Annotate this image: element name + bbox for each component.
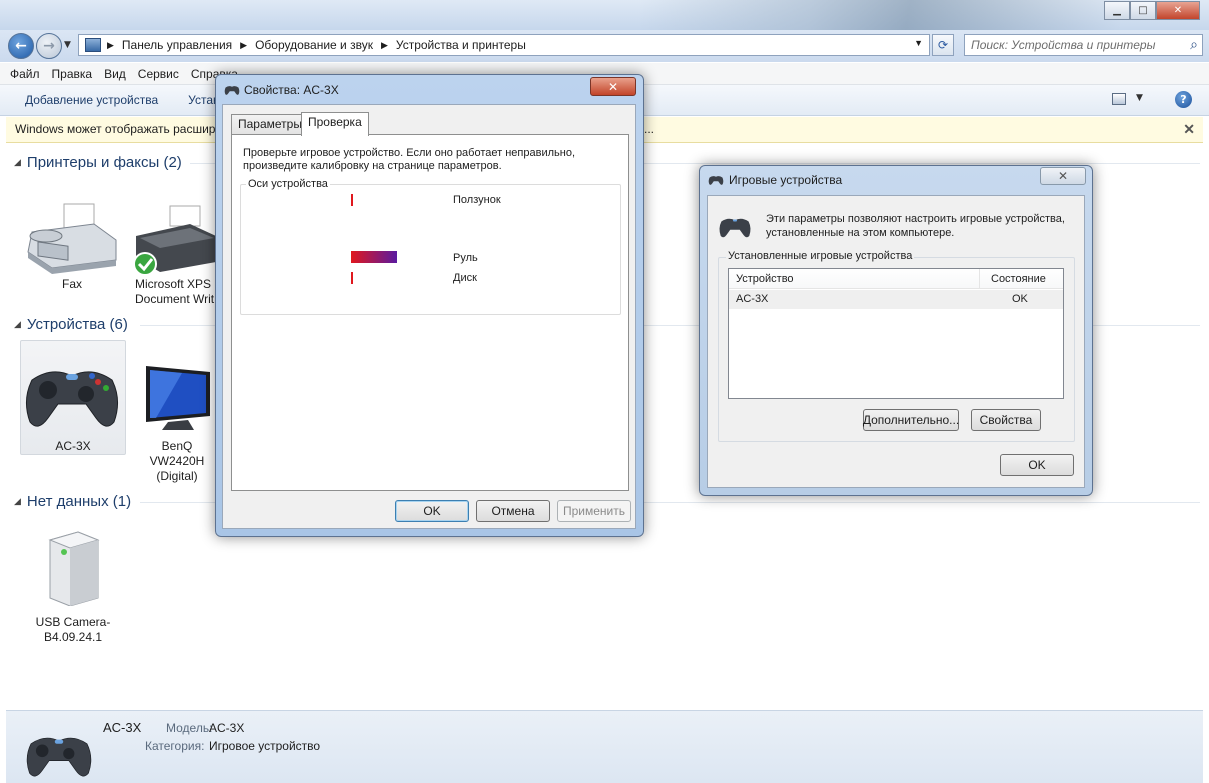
info-bar-text: Windows может отображать расшир: [15, 122, 216, 136]
column-divider: [979, 269, 980, 289]
devices-listview[interactable]: Устройство Состояние AC-3X OK: [728, 268, 1064, 399]
details-model-value: AC-3X: [209, 721, 245, 735]
gamepad-icon: [708, 174, 724, 186]
control-panel-icon: [85, 38, 101, 52]
back-button[interactable]: ←: [8, 33, 34, 59]
axes-group-title: Оси устройства: [246, 178, 330, 190]
column-header-device[interactable]: Устройство: [736, 273, 794, 285]
device-label-xps: Microsoft XPS Document Writ: [135, 277, 215, 306]
dialog-body: Эти параметры позволяют настроить игровы…: [707, 195, 1085, 488]
info-bar-close-icon[interactable]: ✕: [1183, 121, 1195, 138]
dialog-title: Свойства: AC-3X: [244, 83, 339, 97]
breadcrumb-control-panel[interactable]: Панель управления: [122, 38, 232, 52]
group-header-devices[interactable]: ◢ Устройства (6): [14, 316, 128, 333]
group-header-printers[interactable]: ◢ Принтеры и факсы (2): [14, 154, 182, 171]
axis-bar-slider: [351, 194, 397, 206]
search-placeholder: Поиск: Устройства и принтеры: [971, 38, 1156, 52]
ok-button[interactable]: OK: [1000, 454, 1074, 476]
refresh-button[interactable]: ⟳: [932, 34, 954, 56]
group-title: Нет данных (1): [26, 493, 132, 510]
dialog-title: Игровые устройства: [729, 173, 843, 187]
dialog-close-button[interactable]: ✕: [590, 77, 636, 96]
window-caption-buttons: ▁ □ ✕: [1104, 1, 1200, 21]
address-bar[interactable]: ▶ Панель управления ▶ Оборудование и зву…: [78, 34, 930, 56]
recent-pages-dropdown[interactable]: ▼: [64, 40, 71, 50]
ok-button[interactable]: OK: [395, 500, 469, 522]
details-model-label: Модель:: [166, 721, 213, 735]
menu-file[interactable]: Файл: [10, 67, 40, 81]
axis-fill: [351, 272, 353, 284]
apply-button[interactable]: Применить: [557, 500, 631, 522]
breadcrumb-separator[interactable]: ▶: [107, 40, 114, 51]
gamepad-icon[interactable]: [22, 360, 122, 432]
window-close-button[interactable]: ✕: [1156, 1, 1200, 20]
device-label-fax: Fax: [61, 277, 82, 291]
gamepad-icon: [24, 729, 94, 781]
column-header-state[interactable]: Состояние: [991, 273, 1046, 285]
details-category-label: Категория:: [145, 739, 205, 753]
device-label-ac3x: AC-3X: [55, 439, 91, 453]
properties-dialog: Свойства: AC-3X ✕ Параметры Проверка Про…: [215, 74, 644, 537]
details-device-name: AC-3X: [103, 720, 142, 735]
dialog-close-button[interactable]: ✕: [1040, 167, 1086, 185]
breadcrumb-separator[interactable]: ▶: [381, 40, 388, 51]
properties-button[interactable]: Свойства: [971, 409, 1041, 431]
change-view-icon[interactable]: [1112, 93, 1126, 105]
forward-button[interactable]: →: [36, 33, 62, 59]
menu-edit[interactable]: Правка: [52, 67, 93, 81]
axis-fill: [351, 194, 353, 206]
advanced-button[interactable]: Дополнительно...: [863, 409, 959, 431]
device-label-benq: BenQ VW2420H (Digital): [149, 439, 205, 483]
maximize-button[interactable]: □: [1130, 1, 1156, 20]
cancel-button[interactable]: Отмена: [476, 500, 550, 522]
game-controllers-dialog: Игровые устройства ✕ Эти параметры позво…: [699, 165, 1093, 496]
view-dropdown-icon[interactable]: ▼: [1136, 93, 1143, 103]
axes-group: [240, 184, 621, 315]
dialog-description: Эти параметры позволяют настроить игровы…: [766, 213, 1065, 239]
minimize-button[interactable]: ▁: [1104, 1, 1130, 20]
axis-fill: [351, 251, 397, 263]
monitor-icon[interactable]: [142, 362, 214, 432]
collapse-triangle-icon[interactable]: ◢: [14, 496, 21, 507]
axis-label-wheel: Руль: [453, 252, 478, 264]
tab-parameters[interactable]: Параметры: [231, 114, 309, 134]
titlebar-wallpaper-decoration: [640, 0, 1120, 30]
group-header-nodata[interactable]: ◢ Нет данных (1): [14, 493, 131, 510]
breadcrumb-separator[interactable]: ▶: [240, 40, 247, 51]
help-icon[interactable]: ?: [1175, 91, 1192, 108]
add-device-button[interactable]: Добавление устройства: [25, 93, 158, 107]
address-dropdown-icon[interactable]: ▼: [914, 38, 923, 48]
usb-camera-icon[interactable]: [44, 530, 102, 607]
breadcrumb-devices-printers[interactable]: Устройства и принтеры: [396, 38, 526, 52]
xps-printer-icon[interactable]: [130, 202, 216, 276]
search-input[interactable]: Поиск: Устройства и принтеры ⌕: [964, 34, 1203, 56]
details-category-value: Игровое устройство: [209, 739, 321, 753]
group-title: Устройства (6): [26, 316, 128, 333]
axis-label-slider: Ползунок: [453, 194, 501, 206]
gamepad-icon: [224, 84, 240, 96]
info-bar-ellipsis: ...: [644, 122, 655, 136]
group-title: Принтеры и факсы (2): [26, 154, 182, 171]
installed-devices-group-title: Установленные игровые устройства: [726, 250, 915, 262]
tab-test[interactable]: Проверка: [301, 112, 369, 136]
device-label-usb-camera: USB Camera-B4.09.24.1: [35, 615, 111, 644]
row-device-name: AC-3X: [736, 293, 769, 305]
tab-panel: Проверьте игровое устройство. Если оно р…: [231, 134, 629, 491]
menu-tools[interactable]: Сервис: [138, 67, 179, 81]
details-pane: AC-3X Модель: AC-3X Категория: Игровое у…: [6, 710, 1203, 783]
axis-bar-dial: [351, 272, 397, 284]
collapse-triangle-icon[interactable]: ◢: [14, 157, 21, 168]
fax-icon[interactable]: [24, 200, 120, 274]
axis-label-dial: Диск: [453, 272, 477, 284]
menu-view[interactable]: Вид: [104, 67, 126, 81]
test-instruction: Проверьте игровое устройство. Если оно р…: [243, 147, 576, 172]
collapse-triangle-icon[interactable]: ◢: [14, 319, 21, 330]
axis-bar-wheel: [351, 251, 397, 263]
breadcrumb-hardware-sound[interactable]: Оборудование и звук: [255, 38, 373, 52]
search-icon[interactable]: ⌕: [1190, 36, 1198, 53]
dialog-body: Параметры Проверка Проверьте игровое уст…: [222, 104, 636, 529]
window-titlebar: [0, 0, 1209, 30]
gamepad-icon: [718, 214, 752, 240]
row-device-state: OK: [1012, 293, 1028, 305]
